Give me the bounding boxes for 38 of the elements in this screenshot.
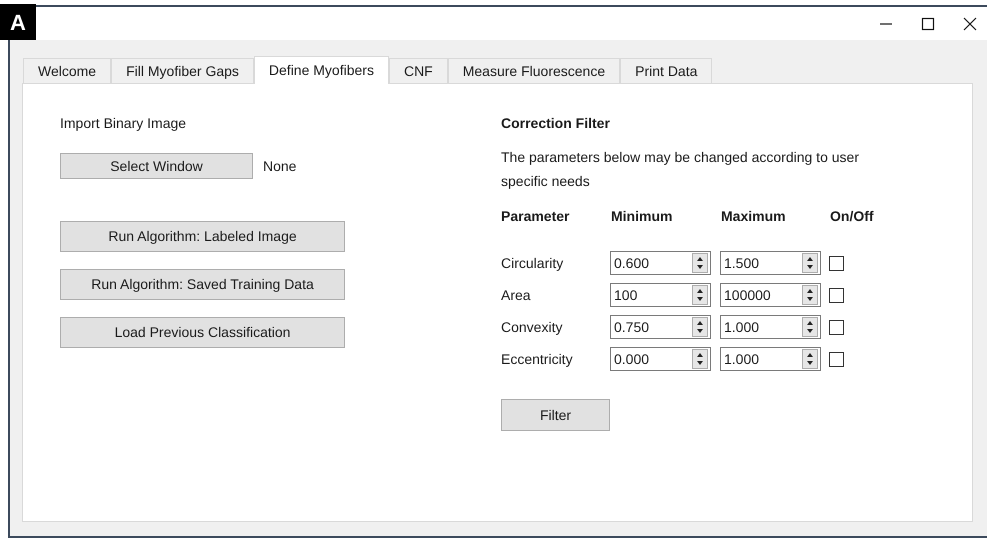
parameter-label: Convexity <box>501 318 564 337</box>
number-spinner[interactable]: 1.000 <box>720 315 821 339</box>
checkbox[interactable] <box>829 320 844 334</box>
parameter-label: Eccentricity <box>501 350 574 369</box>
number-spinner[interactable]: 0.000 <box>610 347 711 371</box>
checkbox[interactable] <box>829 352 844 366</box>
checkbox[interactable] <box>829 288 844 302</box>
column-header: Minimum <box>611 207 674 226</box>
checkbox[interactable] <box>829 256 844 270</box>
column-header: On/Off <box>830 207 875 226</box>
close-icon[interactable] <box>963 16 977 30</box>
selected-window-value: None <box>263 156 296 176</box>
tab[interactable]: Welcome <box>23 58 112 83</box>
tab[interactable]: Define Myofibers <box>254 56 389 84</box>
parameter-label: Circularity <box>501 254 564 273</box>
action-button[interactable]: Load Previous Classification <box>60 317 345 348</box>
number-spinner[interactable]: 1.000 <box>720 347 821 371</box>
action-button[interactable]: Run Algorithm: Labeled Image <box>60 221 345 252</box>
number-spinner[interactable]: 0.750 <box>610 315 711 339</box>
column-header: Maximum <box>721 207 787 226</box>
tab[interactable]: Measure Fluorescence <box>448 58 620 83</box>
tab[interactable]: CNF <box>388 58 448 83</box>
filter-button[interactable]: Filter <box>501 399 610 431</box>
select-window-button[interactable]: Select Window <box>60 153 253 179</box>
number-spinner[interactable]: 100000 <box>720 283 821 307</box>
number-spinner[interactable]: 0.600 <box>610 251 711 275</box>
section-title: Correction Filter <box>501 114 611 133</box>
tab[interactable]: Print Data <box>620 58 712 83</box>
tab[interactable]: Fill Myofiber Gaps <box>111 58 254 83</box>
number-spinner[interactable]: 100 <box>610 283 711 307</box>
number-spinner[interactable]: 1.500 <box>720 251 821 275</box>
column-header: Parameter <box>501 207 570 226</box>
section-label: Import Binary Image <box>60 114 188 133</box>
action-button[interactable]: Run Algorithm: Saved Training Data <box>60 269 345 300</box>
parameter-label: Area <box>501 286 532 304</box>
maximize-icon[interactable] <box>921 16 935 30</box>
description: The parameters below may be changed according to user specific needs <box>501 148 860 191</box>
panel-label: A <box>0 4 36 40</box>
